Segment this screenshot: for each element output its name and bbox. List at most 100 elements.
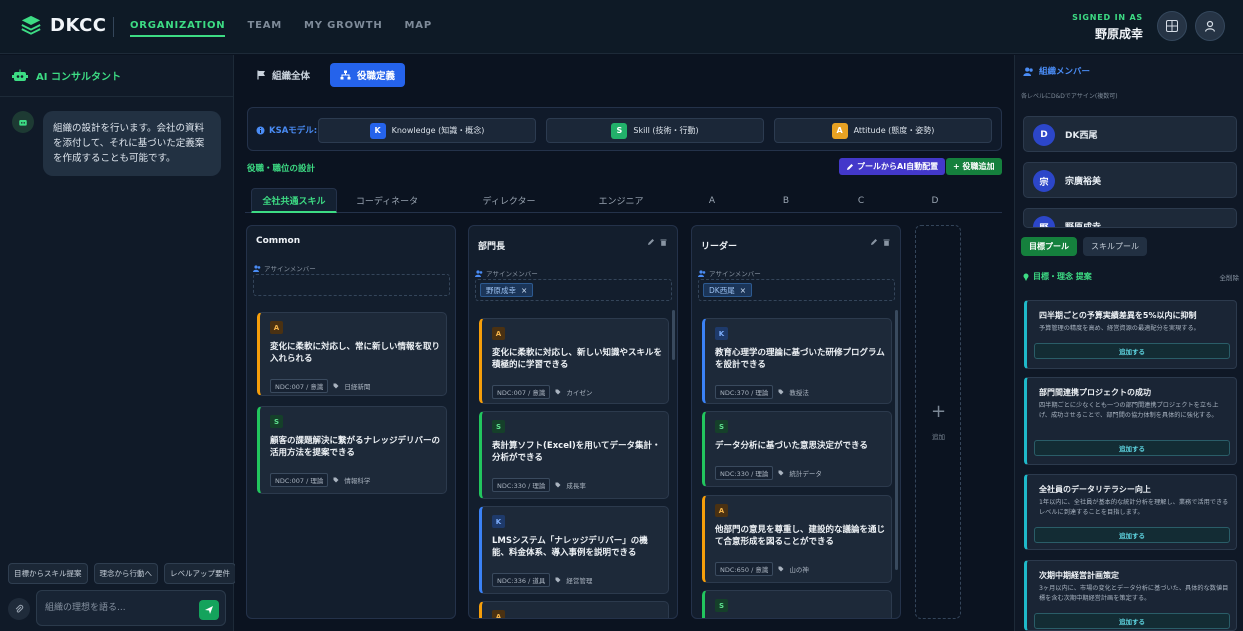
goal-title: 次期中期経営計画策定 [1039, 571, 1119, 580]
member-card[interactable]: 野 野原成幸 [1023, 208, 1237, 228]
tab-director[interactable]: ディレクター [467, 188, 551, 213]
add-goal-button[interactable]: 追加する [1034, 613, 1230, 629]
quick-prompts: 目標からスキル提案 理念から行動へ レベルアップ要件 [8, 563, 236, 584]
member-card[interactable]: D DK西尾 [1023, 116, 1237, 152]
quick-prompt-chip[interactable]: 理念から行動へ [93, 563, 158, 584]
ai-auto-assign-button[interactable]: プールからAI自動配置 [839, 158, 946, 175]
add-role-column[interactable]: + 追加 [915, 225, 961, 619]
tab-d[interactable]: D [920, 188, 950, 213]
users-icon [253, 264, 261, 272]
quick-prompt-chip[interactable]: レベルアップ要件 [164, 563, 236, 584]
grid-view-button[interactable] [1157, 11, 1187, 41]
users-icon [475, 269, 483, 277]
tab-label: 役職定義 [357, 71, 396, 82]
nav-map[interactable]: MAP [405, 20, 432, 37]
attach-button[interactable] [8, 598, 30, 620]
goal-card: 次期中期経営計画策定 3ヶ月以内に、市場の変化とデータ分析に基づいた、具体的な数… [1024, 560, 1237, 631]
assign-dropzone[interactable]: DK西尾 × [698, 279, 895, 301]
avatar: D [1033, 124, 1055, 146]
role-actions [647, 238, 667, 246]
tab-label: 組織全体 [272, 71, 311, 82]
tab-coordinator[interactable]: コーディネータ [345, 188, 429, 213]
card-tag: 教授法 [789, 389, 809, 397]
goals-header: 目標・理念 提案 [1023, 271, 1092, 282]
flag-icon [257, 70, 265, 80]
chat-input[interactable]: 組織の理想を語る... [36, 590, 226, 626]
user-profile-button[interactable] [1195, 11, 1225, 41]
tab-a[interactable]: A [697, 188, 727, 213]
tab-organization-overview[interactable]: 組織全体 [247, 63, 320, 87]
skill-card[interactable]: S データ分析に基づいた意思決定ができる NDC:330 / 理論 統計データ [702, 411, 892, 487]
knowledge-badge: K [369, 122, 386, 139]
ndc-code: NDC:330 / 理論 [715, 466, 774, 480]
skill-card[interactable]: A 変化に柔軟に対応し、常に新しい情報を取り入れられる NDC:007 / 意識… [257, 312, 447, 396]
signed-in-name: 野原成幸 [1094, 27, 1143, 41]
nav-organization[interactable]: ORGANIZATION [130, 20, 226, 37]
role-tabs: 全社共通スキル コーディネータ ディレクター エンジニア A B C D [245, 188, 1002, 213]
members-title: 組織メンバー [1039, 67, 1091, 77]
add-goal-button[interactable]: 追加する [1034, 527, 1230, 543]
card-type-badge: A [715, 504, 728, 517]
add-role-button[interactable]: + 役職追加 [946, 158, 1002, 175]
assign-dropzone[interactable] [253, 274, 450, 296]
member-name: DK西尾 [709, 285, 735, 295]
role-column-common: Common アサインメンバー A 変化に柔軟に対応し、常に新しい情報を取り入れ… [246, 225, 456, 619]
card-type-badge: A [270, 321, 283, 334]
tab-common-skills[interactable]: 全社共通スキル [251, 188, 337, 213]
tab-role-definition[interactable]: 役職定義 [330, 63, 406, 87]
nav-my-growth[interactable]: MY GROWTH [304, 20, 383, 37]
skill-card[interactable]: A [479, 601, 669, 618]
remove-member-icon[interactable]: × [740, 286, 746, 295]
tab-skill-pool[interactable]: スキルプール [1083, 237, 1147, 256]
goal-title: 全社員のデータリテラシー向上 [1039, 485, 1151, 494]
tab-goal-pool[interactable]: 目標プール [1021, 237, 1077, 256]
remove-member-icon[interactable]: × [521, 286, 527, 295]
skill-card[interactable]: A 他部門の意見を尊重し、建設的な議論を通じて合意形成を図ることができる NDC… [702, 495, 892, 583]
skill-card[interactable]: S [702, 590, 892, 618]
column-scrollbar[interactable] [895, 310, 898, 570]
column-scrollbar[interactable] [672, 310, 675, 360]
bot-avatar [12, 111, 34, 133]
quick-prompt-chip[interactable]: 目標からスキル提案 [8, 563, 88, 584]
card-tag: 情報科学 [344, 477, 371, 485]
send-button[interactable] [199, 600, 219, 620]
card-tag: カイゼン [566, 389, 593, 397]
tab-c[interactable]: C [846, 188, 876, 213]
top-bar: DKCC ORGANIZATION TEAM MY GROWTH MAP SIG… [0, 0, 1243, 54]
assign-label: アサインメンバー [475, 268, 538, 278]
card-text: 変化に柔軟に対応し、新しい知識やスキルを積極的に学習できる [492, 348, 663, 370]
card-type-badge: S [715, 599, 728, 612]
skill-card[interactable]: S 表計算ソフト(Excel)を用いてデータ集計・分析ができる NDC:330 … [479, 411, 669, 499]
edit-icon[interactable] [870, 238, 878, 246]
panel-header: AI コンサルタント [0, 55, 233, 97]
assign-label-text: アサインメンバー [264, 265, 316, 273]
pool-tabs: 目標プール スキルプール [1021, 237, 1147, 256]
member-name: 野原成幸 [1065, 223, 1102, 228]
skill-card[interactable]: K LMSシステム「ナレッジデリバー」の機能、料金体系、導入事例を説明できる N… [479, 506, 669, 594]
skill-card[interactable]: S 顧客の課題解決に繋がるナレッジデリバーの活用方法を提案できる NDC:007… [257, 406, 447, 494]
card-text: LMSシステム「ナレッジデリバー」の機能、料金体系、導入事例を説明できる [492, 536, 648, 558]
nav-team[interactable]: TEAM [247, 20, 282, 37]
trash-icon[interactable] [660, 238, 667, 246]
add-goal-button[interactable]: 追加する [1034, 343, 1230, 359]
add-goal-button[interactable]: 追加する [1034, 440, 1230, 456]
card-type-badge: A [492, 327, 505, 340]
role-title: Common [256, 236, 301, 246]
tab-engineer[interactable]: エンジニア [579, 188, 663, 213]
ksa-label-text: KSAモデル: [269, 126, 318, 136]
card-text: 顧客の課題解決に繋がるナレッジデリバーの活用方法を提案できる [270, 436, 441, 458]
skill-card[interactable]: K 教育心理学の理論に基づいた研修プログラムを設計できる NDC:370 / 理… [702, 318, 892, 404]
assign-label: アサインメンバー [698, 268, 761, 278]
trash-icon[interactable] [883, 238, 890, 246]
assign-dropzone[interactable]: 野原成幸 × [475, 279, 672, 301]
goal-card: 全社員のデータリテラシー向上 1年以内に、全社員が基本的な統計分析を理解し、業務… [1024, 474, 1237, 550]
tab-b[interactable]: B [771, 188, 801, 213]
skill-card[interactable]: A 変化に柔軟に対応し、新しい知識やスキルを積極的に学習できる NDC:007 … [479, 318, 669, 404]
logo[interactable]: DKCC [20, 14, 107, 36]
ksa-knowledge-label: Knowledge (知識・概念) [391, 126, 485, 135]
clear-all-button[interactable]: 全削除 [1220, 272, 1240, 282]
card-type-badge: A [492, 610, 505, 618]
card-type-badge: K [715, 327, 728, 340]
member-card[interactable]: 宗 宗廣裕美 [1023, 162, 1237, 198]
edit-icon[interactable] [647, 238, 655, 246]
